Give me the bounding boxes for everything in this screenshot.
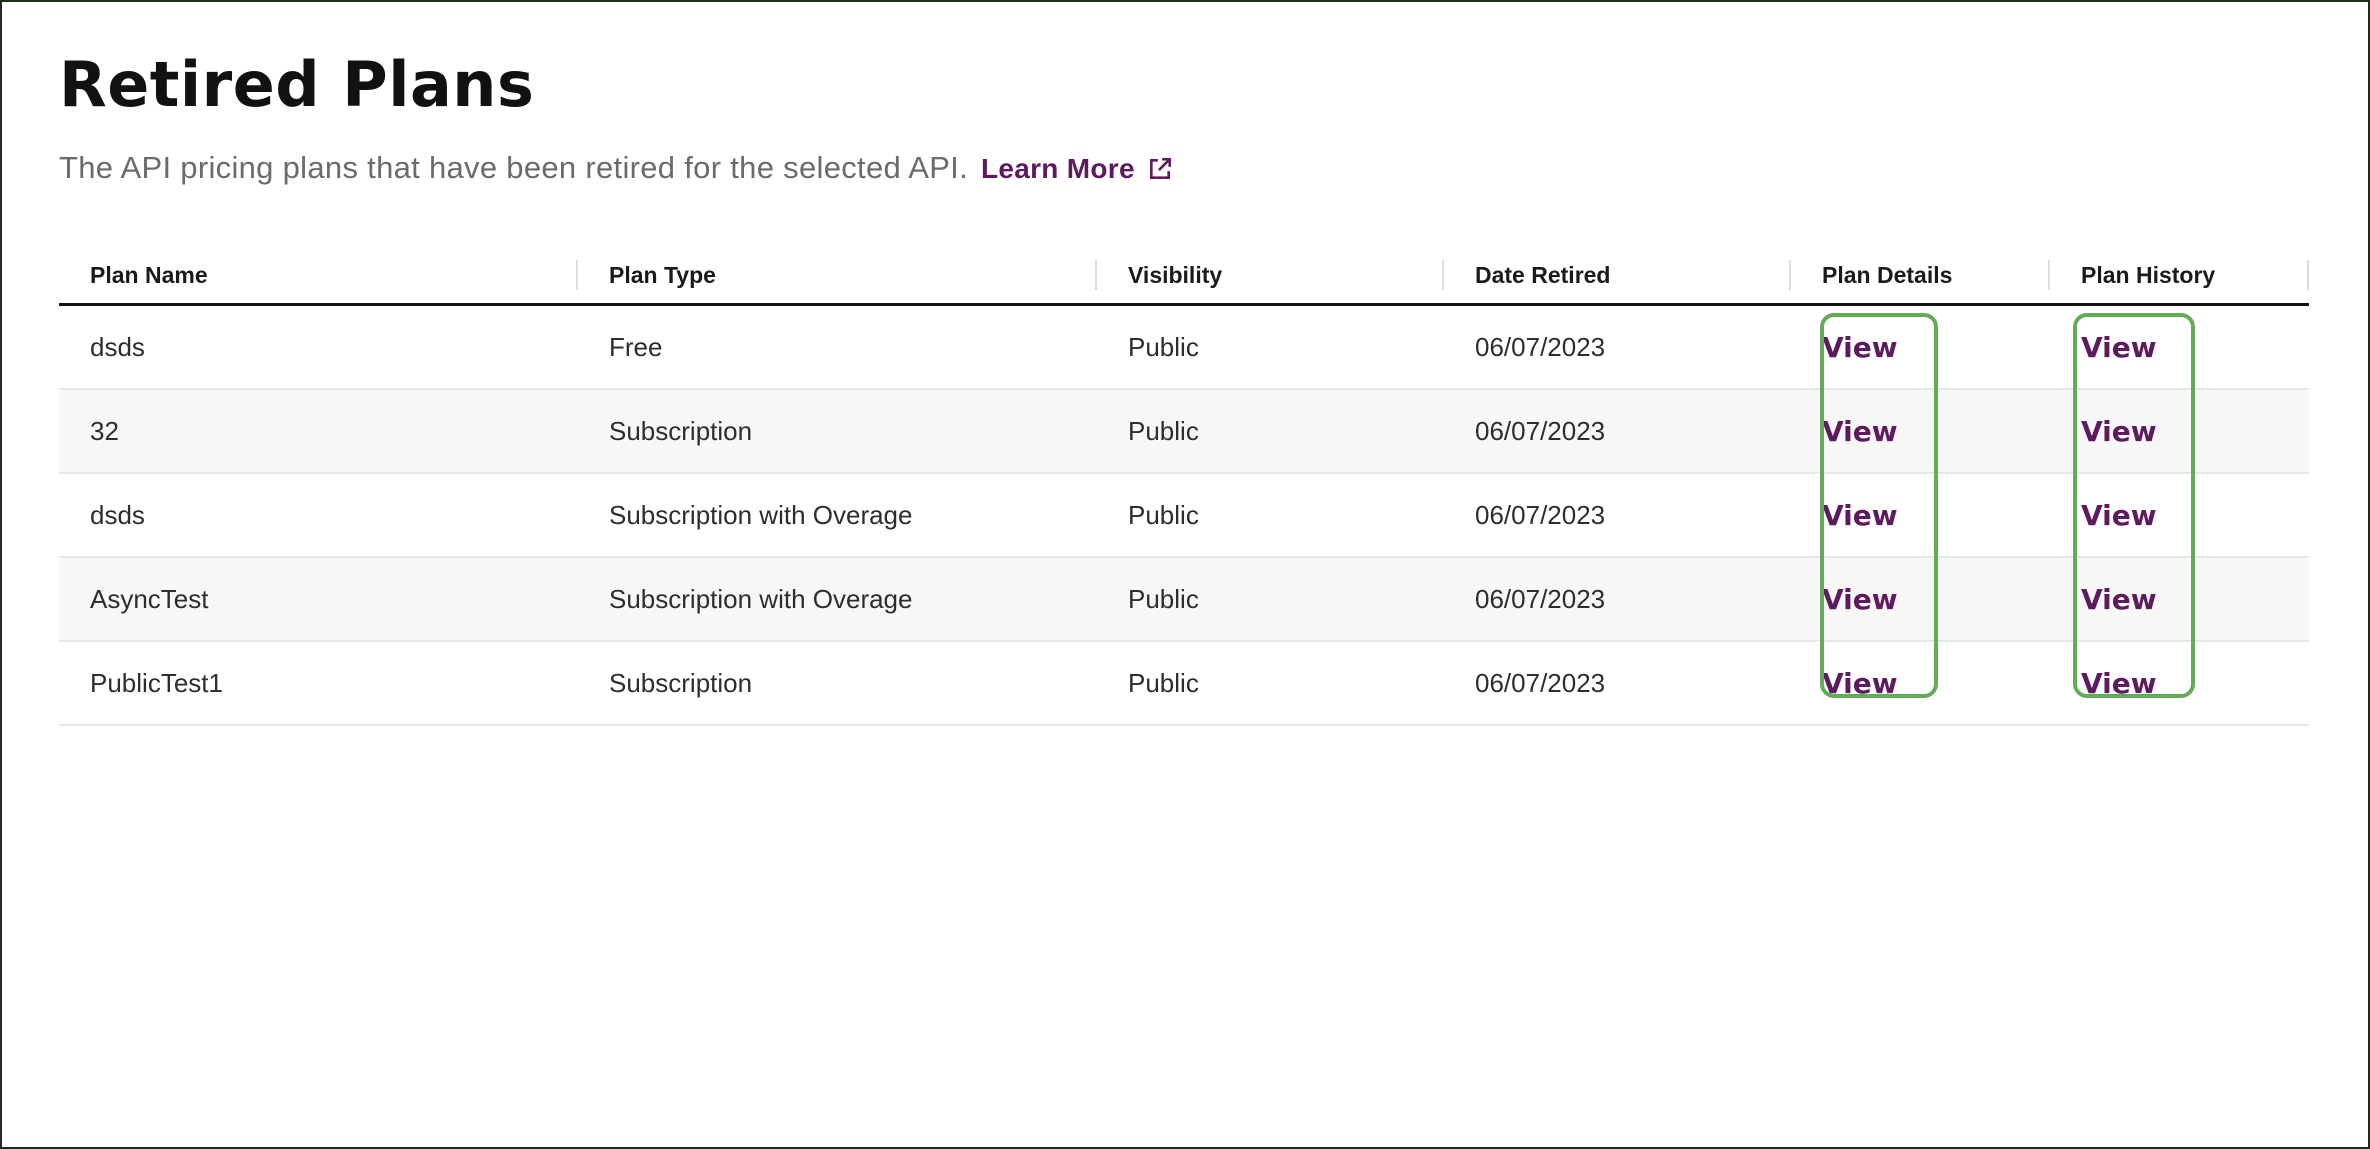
plan-type-cell: Subscription	[578, 389, 1097, 474]
plan-name-cell: dsds	[59, 473, 578, 558]
plan-details-view-link[interactable]: View	[1822, 499, 1898, 532]
visibility-cell: Public	[1097, 641, 1444, 726]
learn-more-link[interactable]: Learn More	[981, 153, 1173, 185]
plan-history-cell: View	[2050, 473, 2309, 558]
plan-details-view-link[interactable]: View	[1822, 583, 1898, 616]
plan-name-cell: dsds	[59, 304, 578, 390]
plan-details-cell: View	[1791, 557, 2050, 642]
column-header-date-retired[interactable]: Date Retired	[1444, 247, 1791, 306]
plan-type-cell: Subscription with Overage	[578, 557, 1097, 642]
plan-history-view-link[interactable]: View	[2081, 499, 2157, 532]
table-row: PublicTest1 Subscription Public 06/07/20…	[59, 641, 2309, 726]
visibility-cell: Public	[1097, 389, 1444, 474]
column-header-plan-type[interactable]: Plan Type	[578, 247, 1097, 306]
plan-details-cell: View	[1791, 304, 2050, 390]
plan-history-view-link[interactable]: View	[2081, 415, 2157, 448]
visibility-cell: Public	[1097, 557, 1444, 642]
column-header-visibility[interactable]: Visibility	[1097, 247, 1444, 306]
plan-history-view-link[interactable]: View	[2081, 331, 2157, 364]
plan-name-cell: AsyncTest	[59, 557, 578, 642]
external-link-icon	[1149, 157, 1171, 179]
plan-type-cell: Free	[578, 304, 1097, 390]
plan-history-cell: View	[2050, 389, 2309, 474]
subtitle-text: The API pricing plans that have been ret…	[59, 150, 969, 185]
plan-history-cell: View	[2050, 641, 2309, 726]
retired-plans-table: Plan Name Plan Type Visibility Date Reti…	[59, 247, 2309, 726]
column-header-plan-details[interactable]: Plan Details	[1791, 247, 2050, 306]
plan-history-view-link[interactable]: View	[2081, 667, 2157, 700]
table-row: AsyncTest Subscription with Overage Publ…	[59, 557, 2309, 642]
date-retired-cell: 06/07/2023	[1444, 473, 1791, 558]
plan-details-view-link[interactable]: View	[1822, 415, 1898, 448]
plan-details-view-link[interactable]: View	[1822, 667, 1898, 700]
plan-name-cell: PublicTest1	[59, 641, 578, 726]
visibility-cell: Public	[1097, 304, 1444, 390]
visibility-cell: Public	[1097, 473, 1444, 558]
plan-type-cell: Subscription	[578, 641, 1097, 726]
column-header-plan-name[interactable]: Plan Name	[59, 247, 578, 306]
date-retired-cell: 06/07/2023	[1444, 304, 1791, 390]
date-retired-cell: 06/07/2023	[1444, 641, 1791, 726]
plan-details-cell: View	[1791, 473, 2050, 558]
date-retired-cell: 06/07/2023	[1444, 557, 1791, 642]
page-subtitle: The API pricing plans that have been ret…	[59, 150, 1173, 186]
plan-details-view-link[interactable]: View	[1822, 331, 1898, 364]
plan-details-cell: View	[1791, 641, 2050, 726]
plan-history-cell: View	[2050, 557, 2309, 642]
table-row: 32 Subscription Public 06/07/2023 View V…	[59, 389, 2309, 474]
table-row: dsds Subscription with Overage Public 06…	[59, 473, 2309, 558]
plan-type-cell: Subscription with Overage	[578, 473, 1097, 558]
page-title: Retired Plans	[59, 48, 535, 121]
date-retired-cell: 06/07/2023	[1444, 389, 1791, 474]
plan-history-view-link[interactable]: View	[2081, 583, 2157, 616]
plan-details-cell: View	[1791, 389, 2050, 474]
plan-history-cell: View	[2050, 304, 2309, 390]
table-row: dsds Free Public 06/07/2023 View View	[59, 304, 2309, 390]
plan-name-cell: 32	[59, 389, 578, 474]
column-header-plan-history[interactable]: Plan History	[2050, 247, 2309, 306]
learn-more-label: Learn More	[980, 153, 1135, 184]
table-header: Plan Name Plan Type Visibility Date Reti…	[59, 247, 2309, 306]
